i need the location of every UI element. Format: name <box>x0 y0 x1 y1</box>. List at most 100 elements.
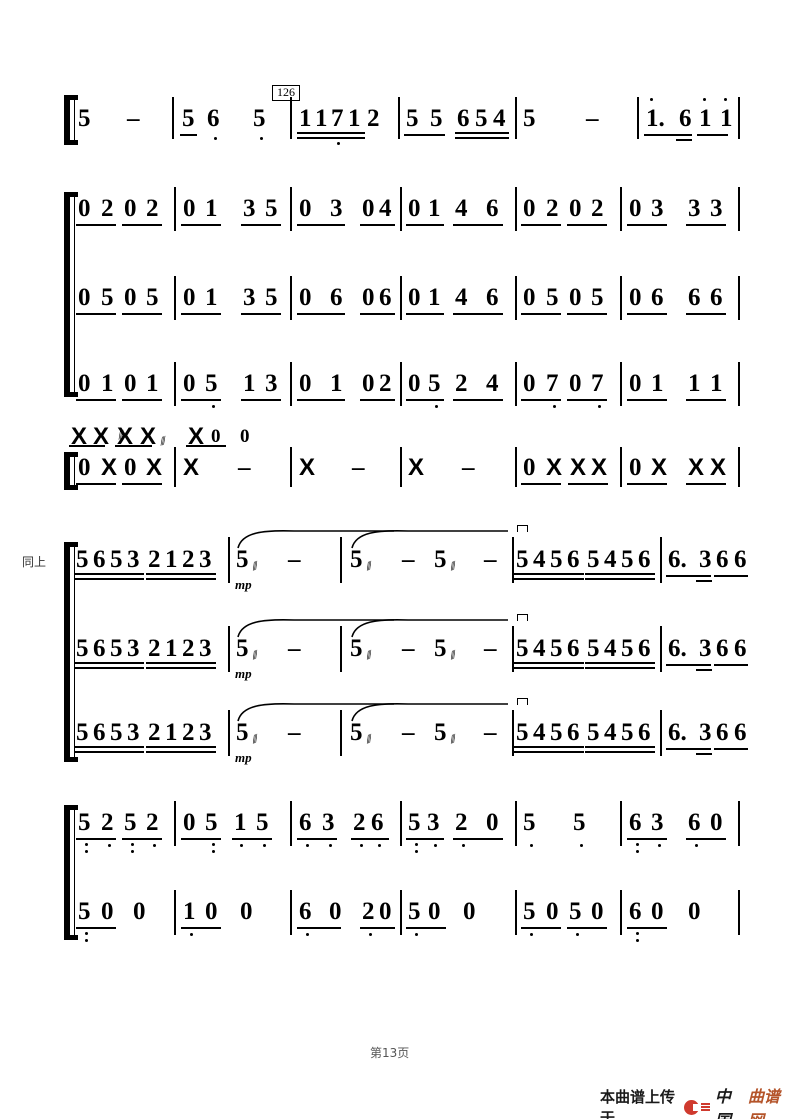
barline <box>400 362 402 406</box>
note: 3 <box>699 546 712 573</box>
note: 6. <box>668 635 687 662</box>
beam <box>666 664 711 666</box>
note: – <box>484 546 497 573</box>
beam <box>585 578 655 580</box>
beam <box>514 578 584 580</box>
note: 5 <box>110 635 123 662</box>
barline <box>174 276 176 320</box>
barline <box>620 890 622 935</box>
note: 0 <box>569 370 582 397</box>
beam <box>76 483 116 485</box>
note: 5 <box>550 719 563 746</box>
beam <box>74 573 144 575</box>
beam <box>122 838 162 840</box>
octave-dot-high <box>650 98 654 102</box>
note: 3 <box>243 195 256 222</box>
octave-dot-low <box>240 844 244 848</box>
tremolo-mark: /// <box>363 647 373 663</box>
note: 3 <box>651 195 664 222</box>
note: 4 <box>533 719 546 746</box>
note: 2 <box>591 195 604 222</box>
note: 3 <box>127 635 140 662</box>
beam <box>146 667 216 669</box>
note: 2 <box>546 195 559 222</box>
note: 1 <box>710 370 723 397</box>
barline <box>512 710 514 756</box>
note: 2 <box>455 370 468 397</box>
beam <box>627 313 667 315</box>
note: 1 <box>183 898 196 925</box>
note: 7 <box>591 370 604 397</box>
note: X <box>651 454 668 481</box>
beam <box>122 224 162 226</box>
stave-s1-v1: 5 – 5 6 5 1 1 7 1 2 5 5 6 5 4 5 – 1. 6 1… <box>0 97 790 152</box>
beam <box>627 483 667 485</box>
note: 1 <box>299 105 312 132</box>
beam <box>76 224 116 226</box>
note: 5 <box>182 105 195 132</box>
note: 0 <box>299 195 312 222</box>
note: 0 <box>101 898 114 925</box>
stave-s2-perc: 0 X 0 X X – X – X – 0 X X X 0 X X X <box>0 447 790 501</box>
beam <box>406 838 444 840</box>
note: 0 <box>124 370 137 397</box>
note: 0 <box>78 454 91 481</box>
beam <box>297 399 345 401</box>
note: X <box>570 454 587 481</box>
note: – <box>586 105 599 132</box>
note: 3 <box>199 719 212 746</box>
note: – <box>127 105 140 132</box>
barline <box>290 276 292 320</box>
barline <box>738 276 740 320</box>
note: 4 <box>455 284 468 311</box>
note: 1 <box>234 809 247 836</box>
octave-dot-low <box>212 405 216 409</box>
note: 5 <box>350 635 363 662</box>
octave-dot-low <box>212 850 216 854</box>
note: 0 <box>240 898 253 925</box>
octave-dot-low <box>85 843 89 847</box>
note: 0 <box>591 898 604 925</box>
beam <box>585 751 655 753</box>
note: 5 <box>350 546 363 573</box>
note: 3 <box>265 370 278 397</box>
beam <box>186 445 226 447</box>
beam <box>69 445 105 447</box>
note: 6 <box>629 898 642 925</box>
note: 6 <box>734 719 747 746</box>
pause-mark <box>517 614 528 621</box>
note: 5 <box>236 635 249 662</box>
note: 1 <box>205 195 218 222</box>
note: 3 <box>699 635 712 662</box>
note: 2 <box>182 719 195 746</box>
beam <box>696 669 712 671</box>
note: 2 <box>146 195 159 222</box>
beam <box>146 751 216 753</box>
beam <box>697 134 728 136</box>
tremolo-mark: /// <box>363 731 373 747</box>
note: 4 <box>604 719 617 746</box>
beam <box>76 399 116 401</box>
beam <box>297 132 365 134</box>
octave-dot-low <box>260 137 264 141</box>
barline <box>515 890 517 935</box>
stave-s3-v1: 5 6 5 3 2 1 2 3 5 /// mp – 5 /// – 5 ///… <box>0 525 790 593</box>
note: 5 <box>408 898 421 925</box>
beam <box>676 139 692 141</box>
beam <box>74 746 144 748</box>
rehearsal-mark: 126 <box>272 85 300 101</box>
octave-dot-low <box>378 844 382 848</box>
octave-dot-low <box>530 933 534 937</box>
beam <box>146 746 216 748</box>
barline <box>340 537 342 583</box>
note: 5 <box>408 809 421 836</box>
octave-dot-high <box>724 98 728 102</box>
octave-dot-low <box>435 405 439 409</box>
beam <box>297 137 365 139</box>
note: 1 <box>699 105 712 132</box>
barline <box>738 447 740 487</box>
note: 3 <box>651 809 664 836</box>
note: 5 <box>516 719 529 746</box>
beam <box>453 313 503 315</box>
note: 5 <box>523 809 536 836</box>
